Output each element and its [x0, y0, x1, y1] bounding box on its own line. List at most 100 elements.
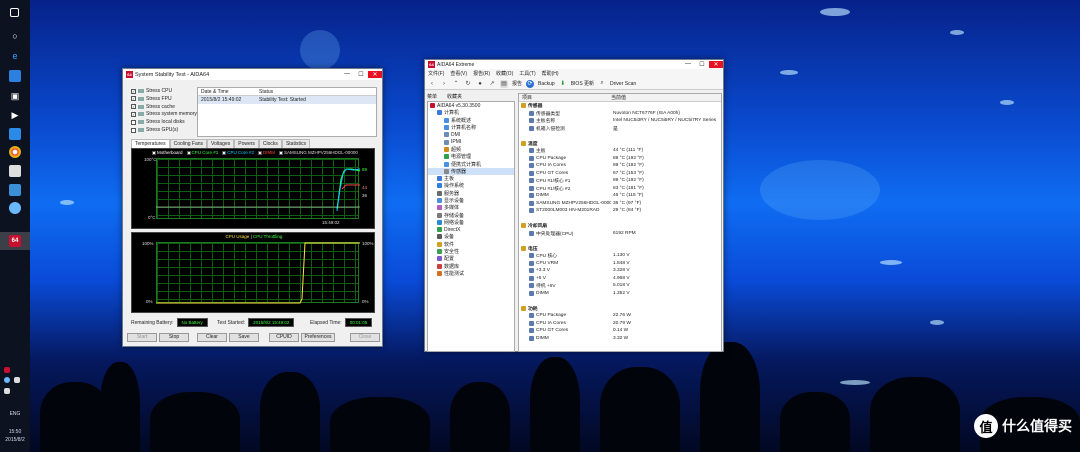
sensor-row[interactable]: CPU VRM 1.848 V: [519, 260, 721, 268]
tray-speaker-icon[interactable]: [14, 377, 20, 383]
stress-option[interactable]: ✓ Stress FPU: [131, 96, 172, 102]
aida-titlebar[interactable]: 64 AIDA64 Extreme — ☐ ✕: [425, 60, 723, 69]
sensor-row[interactable]: CPU #1/核心 #1 89 °C (192 °F): [519, 177, 721, 185]
sensor-row[interactable]: +5 V 4.968 V: [519, 275, 721, 283]
clock-date[interactable]: 2015/8/2: [0, 437, 30, 443]
checkbox[interactable]: ✓: [131, 88, 136, 94]
aida64-icon[interactable]: 64: [9, 235, 21, 247]
language-indicator[interactable]: ENG: [0, 411, 30, 417]
forward-icon[interactable]: ›: [440, 80, 448, 88]
tab-favorites[interactable]: 收藏夹: [447, 93, 462, 100]
sensor-section[interactable]: 冷却风扇: [519, 222, 721, 230]
explorer-icon[interactable]: [9, 128, 21, 140]
report-button[interactable]: 报告: [512, 80, 522, 87]
checkbox[interactable]: ✓: [131, 104, 136, 110]
sensor-row[interactable]: DIMM 46 °C (115 °F): [519, 192, 721, 200]
tree-item[interactable]: 多媒体: [428, 204, 514, 211]
backup-button[interactable]: Backup: [538, 81, 555, 87]
menu-item[interactable]: 查看(V): [450, 70, 467, 77]
clock-time[interactable]: 15:50: [0, 429, 30, 435]
tree-item[interactable]: DMI: [428, 131, 514, 138]
tree-item[interactable]: 软件: [428, 241, 514, 248]
close-window-button[interactable]: ✕: [368, 71, 382, 78]
tray-qq-icon[interactable]: [4, 377, 10, 383]
bios-update-icon[interactable]: ⬇: [559, 80, 567, 88]
stress-option[interactable]: Stress GPU(s): [131, 127, 178, 133]
minimize-button[interactable]: —: [340, 71, 354, 78]
sensor-row[interactable]: CPU GT Cores 67 °C (153 °F): [519, 170, 721, 178]
stability-titlebar[interactable]: 64 System Stability Test - AIDA64 — ☐ ✕: [123, 69, 382, 80]
sensor-row[interactable]: 中央处理器(CPU) 6192 RPM: [519, 230, 721, 238]
qq-icon[interactable]: [9, 202, 21, 214]
tab-voltages[interactable]: Voltages: [207, 139, 235, 148]
checkbox[interactable]: [131, 119, 136, 125]
user-icon[interactable]: ●: [476, 80, 484, 88]
tree-item[interactable]: DirectX: [428, 226, 514, 233]
tree-item[interactable]: IPMI: [428, 138, 514, 145]
menu-item[interactable]: 帮助(H): [542, 70, 559, 77]
menu-item[interactable]: 工具(T): [519, 70, 535, 77]
tab-clocks[interactable]: Clocks: [258, 139, 282, 148]
up-icon[interactable]: ⌃: [452, 80, 460, 88]
start-icon[interactable]: [10, 8, 19, 17]
sensor-row[interactable]: CPU 核心 1.130 V: [519, 252, 721, 260]
save-button[interactable]: Save: [229, 333, 259, 342]
chrome-icon[interactable]: [9, 146, 21, 158]
sensor-row[interactable]: DIMM 1.352 V: [519, 290, 721, 298]
maximize-button[interactable]: ☐: [695, 61, 709, 68]
tree-item[interactable]: 主板: [428, 175, 514, 182]
tab-cooling-fans[interactable]: Cooling Fans: [169, 139, 208, 148]
bios-update-button[interactable]: BIOS 更新: [571, 80, 594, 87]
checkbox[interactable]: [131, 127, 136, 133]
stop-button[interactable]: Stop: [159, 333, 189, 342]
start-button[interactable]: Start: [127, 333, 157, 342]
sensor-row[interactable]: 主板名称 Intel NUC5i3RY / NUC5i5RY / NUC5i7RY…: [519, 117, 721, 125]
checkbox[interactable]: ✓: [131, 96, 136, 102]
edge-icon[interactable]: e: [9, 50, 21, 62]
checkbox[interactable]: ✓: [131, 111, 136, 117]
sensor-row[interactable]: CPU Package 89 °C (192 °F): [519, 155, 721, 163]
tree-item[interactable]: 配置: [428, 255, 514, 262]
tree-item[interactable]: AIDA64 v5.30.3500: [428, 102, 514, 109]
driver-scan-icon[interactable]: ⌕: [598, 80, 606, 88]
minimize-button[interactable]: —: [681, 61, 695, 68]
sensor-row[interactable]: 待机 +5V 5.018 V: [519, 282, 721, 290]
sensor-row[interactable]: 主板 44 °C (111 °F): [519, 147, 721, 155]
sensor-section[interactable]: 功耗: [519, 305, 721, 313]
driver-scan-button[interactable]: Driver Scan: [610, 81, 636, 87]
menu-item[interactable]: 收藏(O): [496, 70, 513, 77]
tree-item[interactable]: 性能测试: [428, 270, 514, 277]
tree-item[interactable]: 安全性: [428, 248, 514, 255]
table-row[interactable]: 2015/8/2 15:49:02 Stability Test: Started: [198, 96, 376, 104]
store-icon[interactable]: [9, 70, 21, 82]
tree-item[interactable]: 系统概述: [428, 117, 514, 124]
sensor-row[interactable]: CPU IA Cores 20.79 W: [519, 320, 721, 328]
sensor-row[interactable]: DIMM 3.32 W: [519, 335, 721, 343]
menu-item[interactable]: 报告(R): [473, 70, 490, 77]
menu-item[interactable]: 文件(F): [428, 70, 444, 77]
close-button[interactable]: Close: [350, 333, 380, 342]
tree-item[interactable]: 电源管理: [428, 153, 514, 160]
tree-item[interactable]: 服务器: [428, 190, 514, 197]
back-icon[interactable]: ‹: [428, 80, 436, 88]
sensor-row[interactable]: 机箱入侵检测 是: [519, 125, 721, 133]
sensor-row[interactable]: CPU #1/核心 #2 83 °C (181 °F): [519, 185, 721, 193]
chart-icon[interactable]: ↗: [488, 80, 496, 88]
close-window-button[interactable]: ✕: [709, 61, 723, 68]
maximize-button[interactable]: ☐: [354, 71, 368, 78]
tree-item[interactable]: 便携式计算机: [428, 160, 514, 168]
cpuid-button[interactable]: CPUID: [269, 333, 299, 342]
refresh-icon[interactable]: ↻: [464, 80, 472, 88]
sensor-row[interactable]: +3.3 V 3.328 V: [519, 267, 721, 275]
tree-item[interactable]: 计算机名称: [428, 124, 514, 131]
stress-option[interactable]: Stress local disks: [131, 119, 185, 125]
sensor-row[interactable]: CPU IA Cores 89 °C (192 °F): [519, 162, 721, 170]
tree-item[interactable]: 数据库: [428, 263, 514, 270]
tree-item[interactable]: 操作系统: [428, 182, 514, 189]
tree-item[interactable]: 传感器: [428, 167, 514, 175]
tree-item[interactable]: 超频: [428, 146, 514, 153]
backup-icon[interactable]: ⟳: [526, 79, 535, 88]
bag-icon[interactable]: ▣: [9, 90, 21, 102]
tree-item[interactable]: 网络设备: [428, 219, 514, 226]
monitor-icon[interactable]: [9, 184, 21, 196]
